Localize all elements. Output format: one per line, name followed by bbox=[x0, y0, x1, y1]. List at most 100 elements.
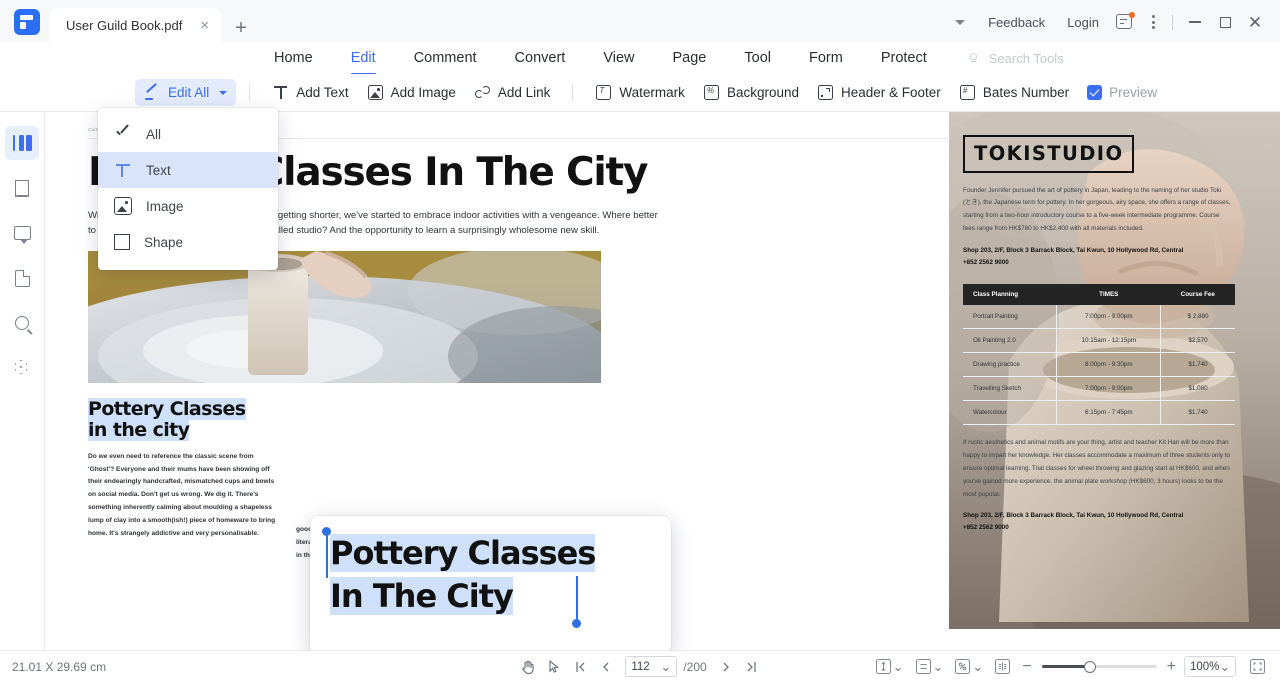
document-tab[interactable]: User Guild Book.pdf × bbox=[50, 8, 221, 42]
edit-toolbar: Edit All Add Text Add Image Add Link T W… bbox=[0, 74, 1280, 112]
menu-item-edit[interactable]: Edit bbox=[332, 46, 395, 70]
feedback-button[interactable]: Feedback bbox=[977, 11, 1056, 34]
check-icon bbox=[114, 125, 132, 143]
close-window-button[interactable]: ✕ bbox=[1240, 10, 1270, 34]
cell-fee: $1,740 bbox=[1161, 352, 1235, 376]
menu-item-form[interactable]: Form bbox=[790, 46, 862, 70]
text-edit-content[interactable]: Pottery Classes In The City bbox=[330, 532, 595, 618]
sidebar-item-comments[interactable] bbox=[5, 216, 39, 250]
pencil-icon bbox=[144, 84, 161, 101]
preview-toggle[interactable]: Preview bbox=[1078, 80, 1166, 105]
background-icon: % bbox=[703, 84, 720, 101]
maximize-button[interactable] bbox=[1210, 10, 1240, 34]
studio-address[interactable]: Shop 203, 2/F, Block 3 Barrack Block, Ta… bbox=[963, 246, 1248, 256]
zoom-slider[interactable] bbox=[1042, 665, 1157, 668]
close-tab-icon[interactable]: × bbox=[196, 16, 213, 35]
minimize-button[interactable] bbox=[1180, 10, 1210, 34]
image-icon bbox=[114, 197, 132, 215]
chevron-down-icon[interactable] bbox=[219, 91, 227, 95]
dropdown-item-text[interactable]: Text bbox=[98, 152, 278, 188]
dropdown-item-text-label: Text bbox=[146, 163, 171, 178]
menu-item-comment[interactable]: Comment bbox=[395, 46, 496, 70]
studio-description[interactable]: Founder Jennifer pursued the art of pott… bbox=[963, 185, 1231, 237]
bookmark-icon bbox=[15, 180, 29, 197]
previous-page-button[interactable] bbox=[593, 655, 619, 679]
divider bbox=[249, 84, 250, 101]
pottery-wheel-photo bbox=[88, 251, 601, 383]
sidebar-item-thumbnails[interactable] bbox=[5, 126, 39, 160]
sidebar-item-layers[interactable] bbox=[5, 351, 39, 385]
zoom-slider-fill bbox=[1042, 665, 1090, 668]
chevron-down-icon[interactable] bbox=[955, 20, 965, 25]
second-studio-phone[interactable]: +852 2562 9000 bbox=[963, 523, 1248, 533]
section-heading[interactable]: Pottery Classes in the city bbox=[88, 399, 278, 442]
table-row: Watercolour 6:15pm - 7:45pm $1,740 bbox=[963, 400, 1235, 424]
table-header-row: Class Planning TIMES Course Fee bbox=[963, 284, 1235, 305]
add-image-label: Add Image bbox=[391, 85, 456, 100]
menu-item-page[interactable]: Page bbox=[654, 46, 726, 70]
search-tools-placeholder: Search Tools bbox=[989, 51, 1064, 66]
bates-number-label: Bates Number bbox=[983, 85, 1069, 100]
current-page-value: 112 bbox=[631, 661, 649, 673]
menu-item-view[interactable]: View bbox=[584, 46, 653, 70]
header-footer-label: Header & Footer bbox=[841, 85, 941, 100]
menu-item-protect[interactable]: Protect bbox=[862, 46, 946, 70]
login-button[interactable]: Login bbox=[1056, 11, 1110, 34]
add-link-button[interactable]: Add Link bbox=[465, 79, 560, 106]
table-header-class: Class Planning bbox=[963, 284, 1057, 305]
sidebar-item-search[interactable] bbox=[5, 306, 39, 340]
header-footer-button[interactable]: Header & Footer bbox=[808, 79, 950, 106]
edit-line-2: In The City bbox=[330, 577, 513, 615]
edit-all-button[interactable]: Edit All bbox=[135, 79, 236, 106]
page-layout-button[interactable] bbox=[995, 659, 1010, 674]
cell-times: 7:00pm - 9:00pm bbox=[1057, 376, 1161, 400]
cell-class: Watercolour bbox=[963, 400, 1057, 424]
cell-fee: $ 2,880 bbox=[1161, 305, 1235, 329]
left-sidebar bbox=[0, 112, 45, 650]
menu-item-tool[interactable]: Tool bbox=[725, 46, 790, 70]
section-body-text[interactable]: Do we even need to reference the classic… bbox=[88, 451, 278, 541]
text-edit-popup[interactable]: Pottery Classes In The City bbox=[310, 516, 671, 650]
dropdown-item-image-label: Image bbox=[146, 199, 184, 214]
dropdown-item-image[interactable]: Image bbox=[98, 188, 278, 224]
menu-item-convert[interactable]: Convert bbox=[496, 46, 585, 70]
left-text-column: Pottery Classes in the city Do we even n… bbox=[88, 399, 278, 563]
zoom-slider-knob[interactable] bbox=[1084, 661, 1096, 673]
search-icon bbox=[15, 316, 29, 330]
add-text-button[interactable]: Add Text bbox=[263, 79, 357, 106]
next-page-button[interactable] bbox=[713, 655, 739, 679]
more-options-icon[interactable] bbox=[1142, 11, 1165, 33]
first-page-button[interactable] bbox=[567, 655, 593, 679]
checkbox-checked-icon[interactable] bbox=[1087, 85, 1102, 100]
selection-start-handle[interactable] bbox=[322, 527, 331, 536]
second-studio-description[interactable]: If rustic aesthetics and animal motifs a… bbox=[963, 437, 1231, 502]
header-footer-icon bbox=[817, 84, 834, 101]
menu-item-home[interactable]: Home bbox=[255, 46, 332, 70]
cell-class: Travelling Sketch bbox=[963, 376, 1057, 400]
bates-number-button[interactable]: # Bates Number bbox=[950, 79, 1078, 106]
sidebar-item-bookmarks[interactable] bbox=[5, 171, 39, 205]
watermark-button[interactable]: T Watermark bbox=[586, 79, 694, 106]
studio-phone[interactable]: +852 2562 9000 bbox=[963, 258, 1248, 268]
total-pages-label: /200 bbox=[683, 660, 706, 674]
selection-end-handle[interactable] bbox=[572, 619, 581, 628]
dropdown-item-all[interactable]: All bbox=[98, 116, 278, 152]
last-page-button[interactable] bbox=[739, 655, 765, 679]
add-image-button[interactable]: Add Image bbox=[358, 79, 465, 106]
search-tools[interactable]: Search Tools bbox=[966, 51, 1064, 66]
percent-icon bbox=[955, 659, 970, 674]
hand-tool-icon[interactable] bbox=[515, 655, 541, 679]
second-studio-address[interactable]: Shop 203, 2/F, Block 3 Barrack Block, Ta… bbox=[963, 511, 1248, 521]
comment-icon bbox=[14, 226, 31, 240]
chevron-down-icon[interactable]: ⌄ bbox=[660, 659, 671, 675]
edit-all-dropdown-menu[interactable]: All Text Image Shape bbox=[98, 108, 278, 270]
notifications-icon[interactable] bbox=[1116, 14, 1134, 30]
select-tool-icon[interactable] bbox=[541, 655, 567, 679]
page-number-input[interactable]: 112 ⌄ bbox=[625, 656, 677, 677]
sidebar-item-attachments[interactable] bbox=[5, 261, 39, 295]
class-planning-table: Class Planning TIMES Course Fee Portrait… bbox=[963, 284, 1235, 425]
new-tab-icon[interactable]: + bbox=[235, 18, 247, 38]
menu-bar: Home Edit Comment Convert View Page Tool… bbox=[0, 42, 1280, 74]
background-button[interactable]: % Background bbox=[694, 79, 808, 106]
dropdown-item-shape[interactable]: Shape bbox=[98, 224, 278, 260]
